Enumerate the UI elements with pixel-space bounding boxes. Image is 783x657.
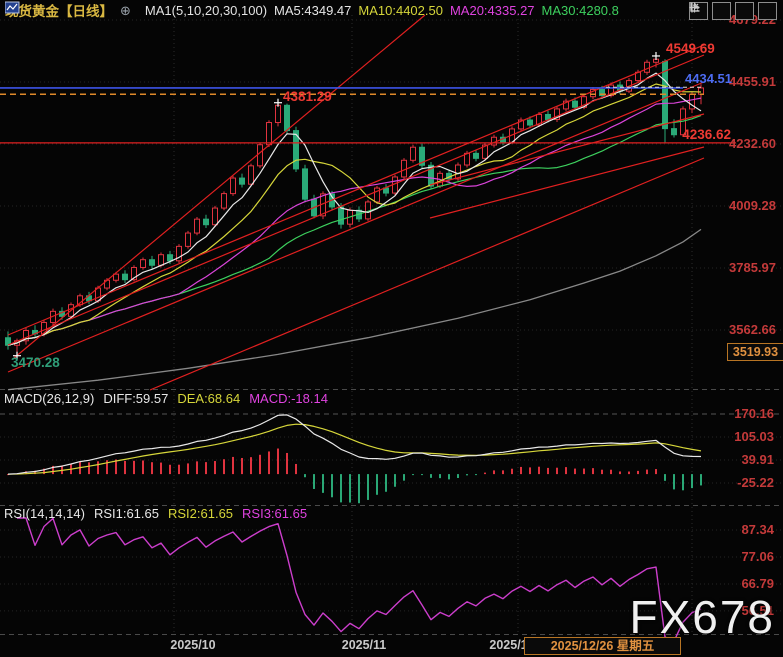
title-bar: 现货黄金【日线】 ⊕ MA1(5,10,20,30,100) MA5:4349.… [5, 1, 619, 20]
rsi-axis-label: 87.34 [708, 522, 774, 537]
price-axis-label: 3562.66 [710, 322, 776, 337]
price-axis-label: 4009.28 [710, 198, 776, 213]
macd-axis-label: 105.03 [708, 429, 774, 444]
macd-macd-value: MACD:-18.14 [249, 391, 328, 406]
ma-settings-label[interactable]: MA1(5,10,20,30,100) [145, 3, 267, 18]
page-title: 现货黄金【日线】 [5, 0, 113, 21]
macd-axis-label: 39.91 [708, 452, 774, 467]
time-axis-scale-icon[interactable] [735, 2, 754, 20]
ma30-value: MA30:4280.8 [542, 3, 619, 18]
rsi-axis-label: 77.06 [708, 549, 774, 564]
collapse-panel-icon[interactable] [758, 2, 777, 20]
circle-plus-icon[interactable]: ⊕ [120, 3, 131, 19]
x-axis-label: 2025/11 [322, 638, 406, 652]
chart-window: 4679.224455.914232.604009.283785.973562.… [0, 0, 783, 657]
rsi-header: RSI(14,14,14) RSI1:61.65 RSI2:61.65 RSI3… [4, 506, 307, 521]
period-tag: 【日线】 [59, 4, 113, 19]
ma20-value: MA20:4335.27 [450, 3, 535, 18]
last-price-label: 4434.51 [668, 71, 732, 86]
watermark: FX678 [629, 590, 775, 644]
macd-axis-label: 170.16 [708, 406, 774, 421]
ma10-value: MA10:4402.50 [358, 3, 443, 18]
chart-svg [0, 0, 783, 657]
x-axis-label: 2025/10 [151, 638, 235, 652]
chart-toolbar [689, 2, 777, 20]
rsi3-value: RSI3:61.65 [242, 506, 307, 521]
low-annotation: 3470.28 [11, 355, 60, 370]
high-annotation: 4549.69 [666, 41, 715, 56]
macd-params-label[interactable]: MACD(26,12,9) [4, 391, 94, 406]
macd-diff-value: DIFF:59.57 [103, 391, 168, 406]
rsi-params-label[interactable]: RSI(14,14,14) [4, 506, 85, 521]
price-axis-label: 3785.97 [710, 260, 776, 275]
rsi-axis-label: 66.79 [708, 576, 774, 591]
macd-axis-label: -25.22 [708, 475, 774, 490]
price-axis-scale-icon[interactable] [712, 2, 731, 20]
alert-price-label: 3519.93 [727, 343, 783, 361]
rsi2-value: RSI2:61.65 [168, 506, 233, 521]
macd-header: MACD(26,12,9) DIFF:59.57 DEA:68.64 MACD:… [4, 391, 328, 406]
macd-dea-value: DEA:68.64 [177, 391, 240, 406]
peak-annotation: 4381.29 [283, 89, 332, 104]
rsi1-value: RSI1:61.65 [94, 506, 159, 521]
ma5-value: MA5:4349.47 [274, 3, 351, 18]
hline-price-label: 4236.62 [664, 127, 731, 142]
